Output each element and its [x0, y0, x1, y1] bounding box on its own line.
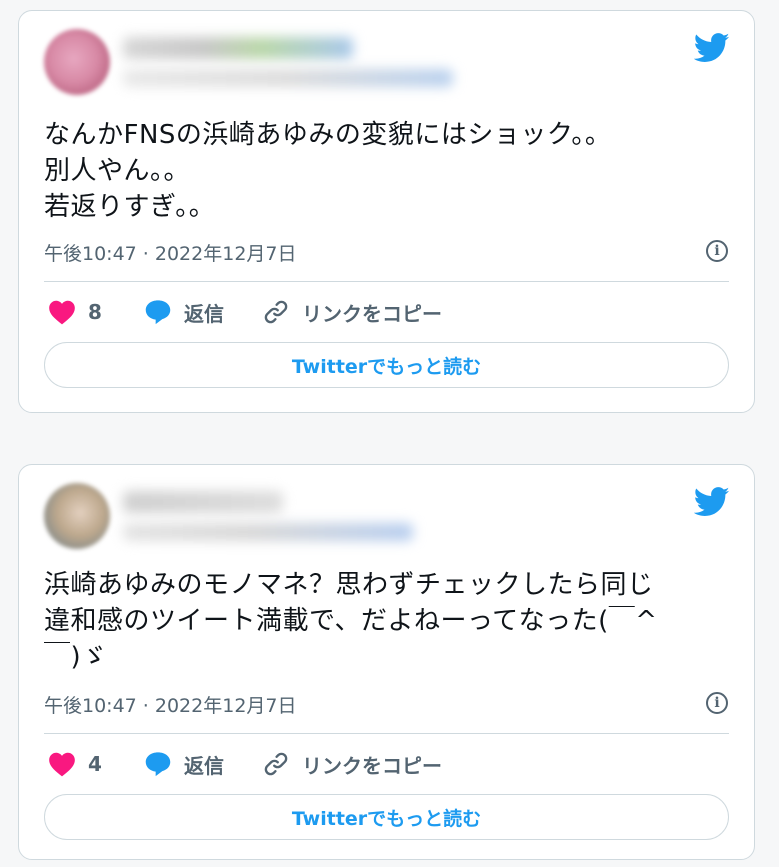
tweet-text: 浜崎あゆみのモノマネ？思わずチェックしたら同じ 違和感のツイート満載で、だよねー…: [44, 570, 658, 672]
reply-button[interactable]: 返信: [144, 747, 224, 781]
avatar[interactable]: [44, 483, 110, 549]
reply-label: 返信: [184, 301, 224, 326]
like-count: 8: [88, 300, 102, 324]
copy-link-button[interactable]: リンクをコピー: [262, 295, 442, 329]
heart-icon: [49, 752, 75, 777]
tweet-actions: 8 返信 リンクをコピー: [44, 295, 729, 329]
read-more-on-twitter-button[interactable]: Twitterでもっと読む: [44, 794, 729, 840]
copy-link-label: リンクをコピー: [302, 301, 442, 326]
like-count: 4: [88, 752, 102, 776]
author-name-blurred[interactable]: [123, 37, 353, 59]
read-more-on-twitter-button[interactable]: Twitterでもっと読む: [44, 342, 729, 388]
info-icon[interactable]: i: [706, 240, 728, 262]
like-button[interactable]: 4: [48, 747, 102, 781]
author-name-blurred[interactable]: [123, 491, 283, 513]
tweet-card[interactable]: なんかFNSの浜崎あゆみの変貌にはショック。。 別人やん。。 若返りすぎ。。 午…: [18, 10, 755, 413]
reply-bubble-icon: [145, 752, 171, 777]
copy-link-label: リンクをコピー: [302, 753, 442, 778]
reply-button[interactable]: 返信: [144, 295, 224, 329]
info-icon[interactable]: i: [706, 692, 728, 714]
tweet-actions: 4 返信 リンクをコピー: [44, 747, 729, 781]
divider: [44, 281, 729, 282]
avatar[interactable]: [44, 29, 110, 95]
author-handle-blurred[interactable]: [123, 523, 413, 541]
reply-bubble-icon: [145, 300, 171, 325]
reply-label: 返信: [184, 753, 224, 778]
twitter-bird-icon[interactable]: [694, 487, 730, 517]
link-icon: [264, 300, 288, 324]
like-button[interactable]: 8: [48, 295, 102, 329]
tweet-card[interactable]: 浜崎あゆみのモノマネ？思わずチェックしたら同じ 違和感のツイート満載で、だよねー…: [18, 464, 755, 860]
author-handle-blurred[interactable]: [123, 69, 453, 87]
tweet-text: なんかFNSの浜崎あゆみの変貌にはショック。。 別人やん。。 若返りすぎ。。: [44, 120, 612, 222]
tweet-timestamp[interactable]: 午後10:47 · 2022年12月7日: [44, 239, 297, 266]
link-icon: [264, 752, 288, 776]
heart-icon: [49, 300, 75, 325]
tweet-timestamp[interactable]: 午後10:47 · 2022年12月7日: [44, 691, 297, 718]
divider: [44, 733, 729, 734]
copy-link-button[interactable]: リンクをコピー: [262, 747, 442, 781]
twitter-bird-icon[interactable]: [694, 33, 730, 63]
